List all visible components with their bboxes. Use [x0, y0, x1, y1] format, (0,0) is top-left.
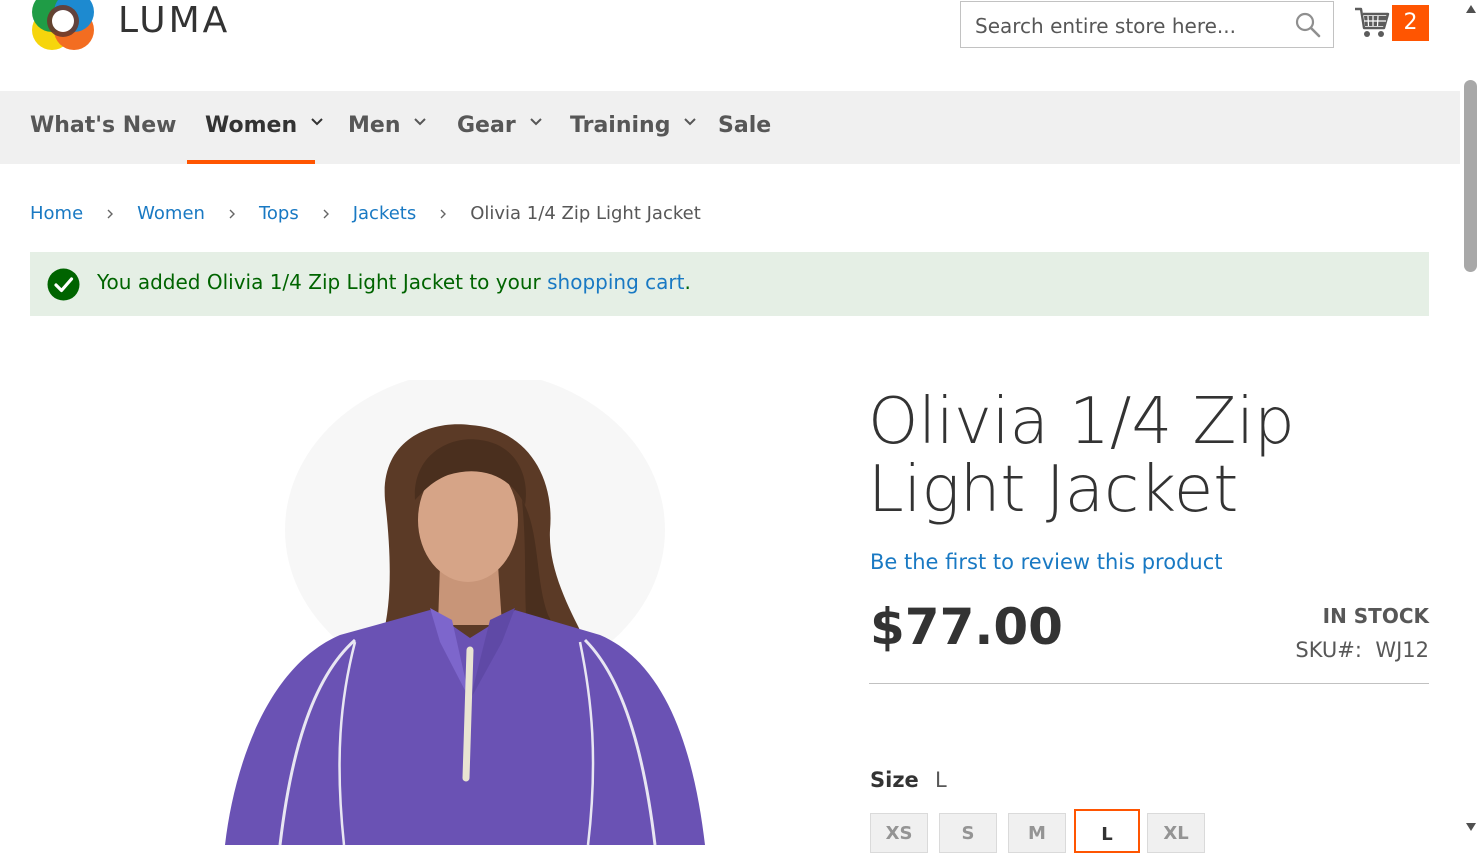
size-swatch-xl[interactable]: XL — [1147, 813, 1205, 853]
chevron-down-icon — [529, 118, 542, 126]
checkmark-icon — [47, 268, 80, 301]
search-icon[interactable] — [1295, 12, 1321, 38]
search-input[interactable] — [961, 2, 1297, 49]
chevron-down-icon — [684, 118, 697, 126]
breadcrumb: Home Women Tops Jackets Olivia 1/4 Zip Light… — [30, 203, 701, 224]
cart-icon[interactable] — [1354, 4, 1390, 40]
main-nav: What's New Women Men Gear Training Sale — [0, 91, 1460, 164]
nav-item-women[interactable]: Women — [187, 91, 323, 164]
chevron-right-icon — [323, 209, 329, 219]
sku-label: SKU#: — [1295, 638, 1362, 662]
breadcrumb-link-tops[interactable]: Tops — [259, 203, 299, 224]
success-message-prefix: You added Olivia 1/4 Zip Light Jacket to… — [97, 270, 548, 294]
product-title: Olivia 1/4 Zip Light Jacket — [868, 385, 1295, 527]
breadcrumb-current: Olivia 1/4 Zip Light Jacket — [470, 203, 701, 224]
scrollbar-thumb[interactable] — [1464, 80, 1477, 272]
nav-item-label: Men — [348, 113, 401, 138]
nav-item-training[interactable]: Training — [570, 91, 697, 164]
luma-logo-icon[interactable] — [30, 0, 96, 54]
page-scrollbar[interactable] — [1460, 0, 1482, 845]
size-swatch-xs[interactable]: XS — [870, 813, 928, 853]
product-price: $77.00 — [870, 598, 1063, 656]
chevron-down-icon — [414, 118, 427, 126]
breadcrumb-link-women[interactable]: Women — [137, 203, 205, 224]
size-selected-value: L — [935, 768, 947, 792]
nav-item-gear[interactable]: Gear — [457, 91, 542, 164]
size-swatch-s[interactable]: S — [939, 813, 997, 853]
stock-status: IN STOCK — [1322, 604, 1429, 628]
nav-item-label: Women — [205, 113, 298, 138]
nav-item-sale[interactable]: Sale — [718, 91, 771, 164]
product-sku: SKU#: WJ12 — [1295, 638, 1429, 662]
nav-item-men[interactable]: Men — [348, 91, 427, 164]
scroll-down-arrow-icon[interactable] — [1465, 822, 1477, 832]
size-swatch-l[interactable]: L — [1074, 809, 1140, 853]
nav-item-label: Training — [570, 113, 671, 138]
cart-count-badge[interactable]: 2 — [1392, 5, 1429, 41]
success-message-text: You added Olivia 1/4 Zip Light Jacket to… — [97, 270, 691, 294]
shopping-cart-link[interactable]: shopping cart — [547, 270, 684, 294]
scroll-up-arrow-icon[interactable] — [1465, 4, 1477, 14]
chevron-right-icon — [229, 209, 235, 219]
product-image[interactable] — [130, 380, 790, 845]
nav-item-label: Gear — [457, 113, 516, 138]
logo-text[interactable]: LUMA — [118, 0, 230, 41]
review-link[interactable]: Be the first to review this product — [870, 550, 1223, 574]
nav-item-label: What's New — [30, 113, 177, 138]
sku-value: WJ12 — [1375, 638, 1429, 662]
nav-item-label: Sale — [718, 113, 772, 138]
nav-item-whats-new[interactable]: What's New — [30, 91, 176, 164]
chevron-right-icon — [107, 209, 114, 219]
chevron-right-icon — [440, 209, 447, 219]
size-label: Size — [870, 768, 919, 792]
search-box[interactable] — [960, 1, 1334, 49]
success-message-suffix: . — [684, 270, 691, 294]
divider — [869, 683, 1429, 684]
breadcrumb-link-jackets[interactable]: Jackets — [353, 203, 417, 224]
chevron-down-icon — [311, 118, 323, 126]
success-message: You added Olivia 1/4 Zip Light Jacket to… — [30, 252, 1429, 316]
size-swatch-m[interactable]: M — [1008, 813, 1066, 853]
breadcrumb-link-home[interactable]: Home — [30, 203, 83, 224]
